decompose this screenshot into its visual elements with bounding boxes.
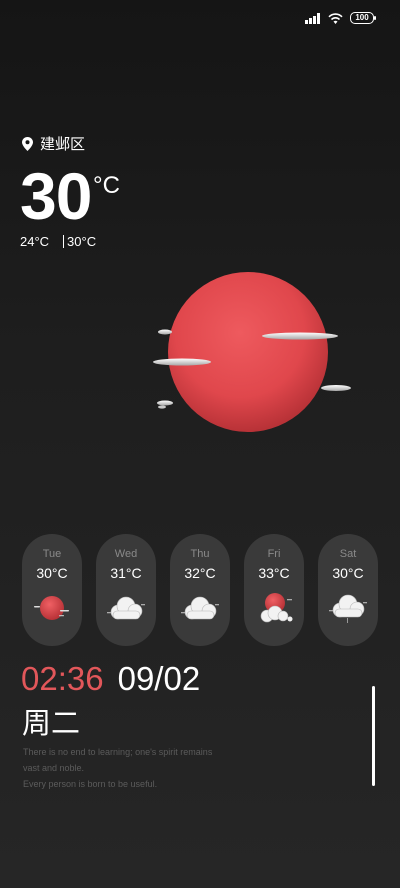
forecast-card-tue[interactable]: Tue 30°C [22, 534, 82, 646]
high-temperature-wrap: 30°C [63, 234, 96, 249]
cloudy-icon [107, 596, 145, 620]
weekday: 周二 [22, 708, 81, 740]
wifi-icon [328, 12, 343, 24]
forecast-day: Wed [114, 548, 138, 560]
current-temperature: 30 [20, 159, 92, 233]
forecast-temp: 31°C [110, 565, 142, 581]
forecast-day: Sat [339, 548, 357, 560]
forecast-card-sat[interactable]: Sat 30°C [318, 534, 378, 646]
quote-line: There is no end to learning; one's spiri… [23, 747, 213, 757]
rain-cloud-icon [329, 594, 367, 623]
forecast-day: Tue [42, 548, 62, 560]
forecast-day: Fri [267, 548, 281, 560]
high-temperature: 30°C [67, 234, 97, 249]
forecast-card-wed[interactable]: Wed 31°C [96, 534, 156, 646]
location-name: 建邺区 [40, 136, 86, 153]
partly-cloudy-icon [260, 593, 293, 623]
location[interactable]: 建邺区 [22, 133, 85, 154]
scroll-indicator[interactable] [372, 686, 375, 786]
low-temperature: 24°C [20, 234, 50, 249]
temperature-unit: °C [93, 172, 120, 199]
forecast-temp: 32°C [184, 565, 216, 581]
quote-line: vast and noble. [23, 763, 85, 773]
clock-time: 02:36 [21, 660, 104, 697]
forecast-temp: 30°C [36, 565, 68, 581]
location-pin-icon [22, 136, 33, 151]
cloudy-icon [181, 596, 219, 620]
forecast-card-thu[interactable]: Thu 32°C [170, 534, 230, 646]
quote-line: Every person is born to be useful. [23, 779, 158, 789]
quote: There is no end to learning; one's spiri… [23, 744, 253, 792]
clock: 02:36 09/02 [21, 660, 200, 698]
sunny-icon [34, 596, 69, 620]
forecast-day: Thu [190, 548, 210, 560]
clock-date: 09/02 [117, 660, 201, 697]
forecast-card-fri[interactable]: Fri 33°C [244, 534, 304, 646]
temperature-range: 24°C 30°C [20, 234, 96, 249]
sun-icon [153, 272, 351, 432]
forecast-temp: 33°C [258, 565, 290, 581]
forecast-list: Tue 30°C Wed 31°C Thu 32°C Fri 33°C Sat … [22, 534, 378, 646]
status-bar: 100 [305, 12, 376, 24]
range-divider [63, 235, 65, 248]
signal-icon [305, 12, 320, 24]
forecast-temp: 30°C [332, 565, 364, 581]
weather-illustration [150, 265, 360, 445]
battery-icon: 100 [350, 12, 376, 24]
